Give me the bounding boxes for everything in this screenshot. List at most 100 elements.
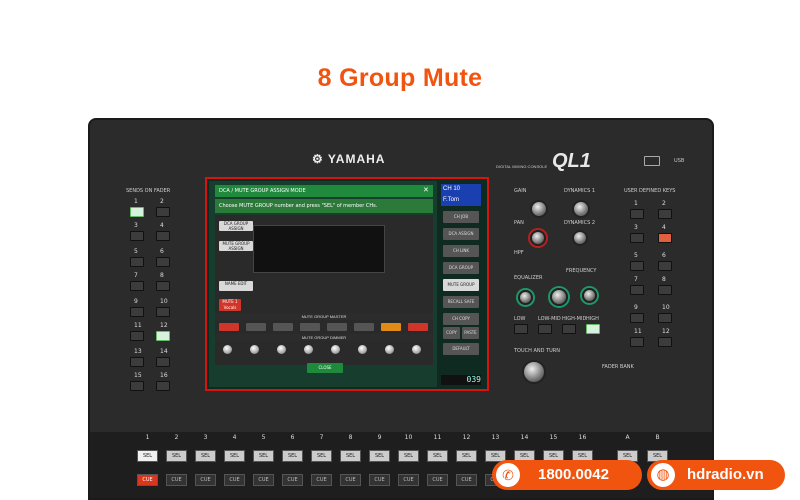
user-defined-key-7[interactable] xyxy=(630,285,644,295)
mute-master-button-8[interactable] xyxy=(408,323,428,331)
mute-master-button-6[interactable] xyxy=(354,323,374,331)
cue-button[interactable]: CUE xyxy=(456,474,477,486)
eq-q-knob[interactable] xyxy=(518,290,533,305)
mute-dimmer-knob-4[interactable] xyxy=(304,345,313,354)
sends-on-fader-key-2[interactable] xyxy=(156,207,170,217)
website-button[interactable]: ◍ hdradio.vn xyxy=(647,460,785,490)
side-button-4[interactable]: MUTE GROUP xyxy=(443,279,479,291)
sends-on-fader-key-14[interactable] xyxy=(156,357,170,367)
pan-label: PAN xyxy=(514,220,524,226)
sel-button[interactable]: SEL xyxy=(340,450,361,462)
mute-dimmer-knob-2[interactable] xyxy=(250,345,259,354)
user-defined-key-8[interactable] xyxy=(658,285,672,295)
user-defined-key-2[interactable] xyxy=(658,209,672,219)
sends-on-fader-key-7[interactable] xyxy=(130,281,144,291)
user-defined-key-9[interactable] xyxy=(630,313,644,323)
cue-button[interactable]: CUE xyxy=(398,474,419,486)
sel-button[interactable]: SEL xyxy=(224,450,245,462)
cue-button[interactable]: CUE xyxy=(311,474,332,486)
cue-button[interactable]: CUE xyxy=(369,474,390,486)
assign-mode-button-3[interactable]: MUTE 1 Vocals xyxy=(219,299,241,311)
assign-mode-button-2[interactable]: NAME EDIT xyxy=(219,281,253,291)
side-button-1[interactable]: DCA ASSIGN xyxy=(443,228,479,240)
sel-button[interactable]: SEL xyxy=(282,450,303,462)
mute-dimmer-knob-8[interactable] xyxy=(412,345,421,354)
side-button-3[interactable]: DCA GROUP xyxy=(443,262,479,274)
mute-dimmer-knob-7[interactable] xyxy=(385,345,394,354)
user-defined-key-11[interactable] xyxy=(630,337,644,347)
mute-dimmer-knob-6[interactable] xyxy=(358,345,367,354)
cue-button[interactable]: CUE xyxy=(166,474,187,486)
user-defined-key-12[interactable] xyxy=(658,337,672,347)
side-button-5[interactable]: RECALL SAFE xyxy=(443,296,479,308)
cue-button[interactable]: CUE xyxy=(195,474,216,486)
user-defined-key-4[interactable] xyxy=(658,233,672,243)
cue-button[interactable]: CUE xyxy=(224,474,245,486)
sel-button[interactable]: SEL xyxy=(369,450,390,462)
sel-button[interactable]: SEL xyxy=(253,450,274,462)
eq-band-button-3[interactable] xyxy=(586,324,600,334)
mute-dimmer-knob-1[interactable] xyxy=(223,345,232,354)
usb-port[interactable] xyxy=(644,156,660,166)
side-button-6[interactable]: CH COPY xyxy=(443,313,479,325)
mute-master-button-1[interactable] xyxy=(219,323,239,331)
pan-knob[interactable] xyxy=(530,230,546,246)
cue-button[interactable]: CUE xyxy=(282,474,303,486)
sends-on-fader-key-6[interactable] xyxy=(156,257,170,267)
dynamics1-knob[interactable] xyxy=(572,200,590,218)
user-defined-key-10[interactable] xyxy=(658,313,672,323)
sel-button[interactable]: SEL xyxy=(398,450,419,462)
close-icon[interactable]: ✕ xyxy=(423,187,431,195)
sends-on-fader-key-8[interactable] xyxy=(156,281,170,291)
mute-dimmer-knob-5[interactable] xyxy=(331,345,340,354)
mute-master-button-7[interactable] xyxy=(381,323,401,331)
sends-on-fader-key-13[interactable] xyxy=(130,357,144,367)
sends-on-fader-key-9[interactable] xyxy=(130,307,144,317)
mute-master-button-5[interactable] xyxy=(327,323,347,331)
eq-gain-knob[interactable] xyxy=(582,288,597,303)
sends-on-fader-key-4[interactable] xyxy=(156,231,170,241)
assign-mode-button-0[interactable]: DCA GROUP ASSIGN xyxy=(219,221,253,231)
eq-band-button-1[interactable] xyxy=(538,324,552,334)
sel-button[interactable]: SEL xyxy=(456,450,477,462)
sends-on-fader-key-12[interactable] xyxy=(156,331,170,341)
gain-knob[interactable] xyxy=(530,200,548,218)
sel-button[interactable]: SEL xyxy=(195,450,216,462)
sel-button[interactable]: SEL xyxy=(137,450,158,462)
mute-dimmer-knob-3[interactable] xyxy=(277,345,286,354)
eq-band-button-0[interactable] xyxy=(514,324,528,334)
sends-on-fader-key-16[interactable] xyxy=(156,381,170,391)
user-defined-key-1[interactable] xyxy=(630,209,644,219)
dynamics2-knob[interactable] xyxy=(572,230,588,246)
eq-band-button-2[interactable] xyxy=(562,324,576,334)
phone-button[interactable]: ✆ 1800.0042 xyxy=(492,460,642,490)
side-button-9[interactable]: DEFAULT xyxy=(443,343,479,355)
sends-on-fader-key-5[interactable] xyxy=(130,257,144,267)
touch-and-turn-knob[interactable] xyxy=(522,360,546,384)
mute-master-button-3[interactable] xyxy=(273,323,293,331)
cue-button[interactable]: CUE xyxy=(253,474,274,486)
sel-button[interactable]: SEL xyxy=(427,450,448,462)
sends-on-fader-key-11[interactable] xyxy=(130,331,144,341)
cue-button[interactable]: CUE xyxy=(340,474,361,486)
user-defined-key-3[interactable] xyxy=(630,233,644,243)
assign-mode-button-1[interactable]: MUTE GROUP ASSIGN xyxy=(219,241,253,251)
cue-button[interactable]: CUE xyxy=(427,474,448,486)
sends-on-fader-key-1[interactable] xyxy=(130,207,144,217)
user-defined-key-6[interactable] xyxy=(658,261,672,271)
side-button-0[interactable]: CH JOB xyxy=(443,211,479,223)
sel-button[interactable]: SEL xyxy=(311,450,332,462)
sends-on-fader-key-3[interactable] xyxy=(130,231,144,241)
eq-frequency-knob[interactable] xyxy=(550,288,568,306)
side-button-8[interactable]: PASTE xyxy=(462,327,479,339)
side-button-7[interactable]: COPY xyxy=(443,327,460,339)
cue-button[interactable]: CUE xyxy=(137,474,158,486)
close-button[interactable]: CLOSE xyxy=(307,363,343,373)
sends-on-fader-key-15[interactable] xyxy=(130,381,144,391)
side-button-2[interactable]: CH LINK xyxy=(443,245,479,257)
sends-on-fader-key-10[interactable] xyxy=(156,307,170,317)
mute-master-button-4[interactable] xyxy=(300,323,320,331)
user-defined-key-5[interactable] xyxy=(630,261,644,271)
sel-button[interactable]: SEL xyxy=(166,450,187,462)
mute-master-button-2[interactable] xyxy=(246,323,266,331)
